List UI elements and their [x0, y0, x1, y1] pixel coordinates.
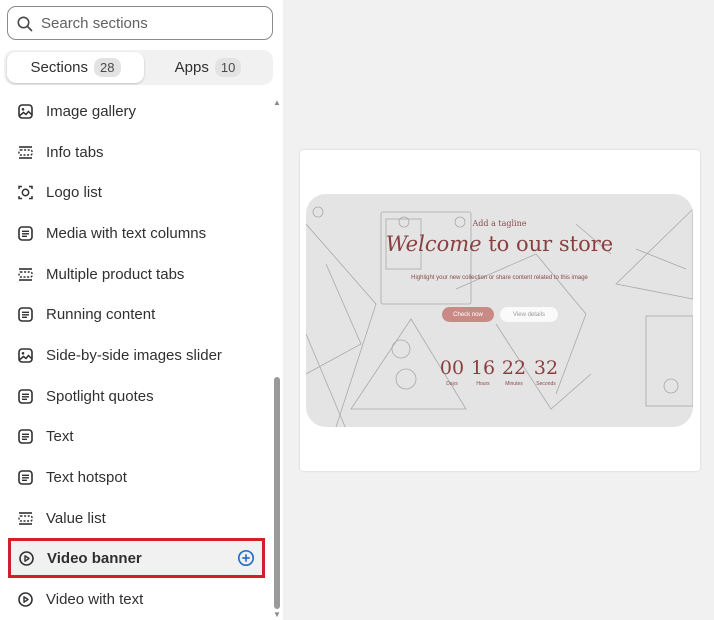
list-item[interactable]: Info tabs — [11, 132, 262, 172]
list-item-label: Video with text — [46, 590, 144, 608]
list-item-label: Value list — [46, 509, 106, 527]
tabs-icon — [17, 266, 34, 283]
search-icon — [16, 15, 34, 33]
play-icon — [17, 591, 34, 608]
tab-sections-label: Sections — [30, 59, 89, 76]
list-item-label: Text hotspot — [46, 468, 127, 486]
tab-apps-count: 10 — [214, 58, 242, 77]
list-item-selected[interactable]: Video banner — [8, 538, 265, 578]
list-item-label: Video banner — [47, 549, 142, 567]
scroll-down-arrow-icon[interactable]: ▼ — [273, 610, 281, 619]
list-item-label: Spotlight quotes — [46, 387, 154, 405]
list-item[interactable]: Side-by-side images slider — [11, 335, 262, 375]
text-block-icon — [17, 306, 34, 323]
list-item[interactable]: Text hotspot — [11, 457, 262, 497]
text-block-icon — [17, 469, 34, 486]
banner-secondary-button: View details — [500, 307, 558, 322]
banner-headline-italic: Welcome — [385, 232, 482, 256]
scrollbar-thumb[interactable] — [274, 377, 280, 609]
countdown-minutes-label: Minutes — [505, 381, 523, 387]
list-item-label: Running content — [46, 305, 156, 323]
image-icon — [17, 347, 34, 364]
section-tabs: Sections 28 Apps 10 — [4, 50, 273, 85]
countdown-hours: 16 Hours — [468, 357, 498, 387]
scroll-up-arrow-icon[interactable]: ▲ — [273, 98, 281, 107]
list-item[interactable]: Video with text — [11, 579, 262, 619]
banner-tagline: Add a tagline — [472, 219, 527, 228]
banner-headline-rest: to our store — [481, 232, 614, 256]
list-item-label: Info tabs — [46, 143, 104, 161]
list-item[interactable]: Spotlight quotes — [11, 376, 262, 416]
list-item[interactable]: Text — [11, 416, 262, 456]
countdown-timer: 00 Days 16 Hours 22 Minutes 32 Seconds — [437, 357, 561, 393]
search-input[interactable] — [41, 13, 266, 33]
countdown-days-value: 00 — [439, 357, 465, 379]
image-icon — [17, 103, 34, 120]
banner-primary-button: Check now — [442, 307, 494, 322]
list-item[interactable]: Logo list — [11, 172, 262, 212]
countdown-days-label: Days — [446, 381, 458, 387]
countdown-hours-label: Hours — [476, 381, 490, 387]
list-item-label: Text — [46, 427, 74, 445]
countdown-seconds: 32 Seconds — [531, 357, 561, 387]
text-block-icon — [17, 388, 34, 405]
tabs-icon — [17, 510, 34, 527]
text-block-icon — [17, 225, 34, 242]
banner-headline: Welcome to our store — [306, 232, 693, 256]
list-item[interactable]: Image gallery — [11, 91, 262, 131]
tab-apps[interactable]: Apps 10 — [146, 52, 270, 83]
list-item-label: Media with text columns — [46, 224, 207, 242]
tab-apps-label: Apps — [174, 59, 209, 76]
list-item[interactable]: Value list — [11, 498, 262, 538]
list-item-label: Multiple product tabs — [46, 265, 185, 283]
banner-subtext: Highlight your new collection or share c… — [411, 275, 588, 281]
sections-sidebar: Sections 28 Apps 10 Image gallery Info t… — [0, 0, 283, 620]
list-item-label: Side-by-side images slider — [46, 346, 222, 364]
tab-sections-count: 28 — [94, 58, 121, 77]
section-list: Image gallery Info tabs Logo list Media … — [0, 91, 270, 620]
countdown-minutes: 22 Minutes — [499, 357, 529, 387]
list-item-label: Image gallery — [46, 102, 137, 120]
play-icon — [18, 550, 35, 567]
logo-icon — [17, 184, 34, 201]
countdown-seconds-value: 32 — [533, 357, 559, 379]
list-item-label: Logo list — [46, 183, 102, 201]
tabs-icon — [17, 144, 34, 161]
list-item[interactable]: Running content — [11, 294, 262, 334]
add-section-icon[interactable] — [237, 549, 255, 567]
text-block-icon — [17, 428, 34, 445]
countdown-seconds-label: Seconds — [536, 381, 556, 387]
countdown-days: 00 Days — [437, 357, 467, 387]
video-banner-preview: Add a tagline Welcome to our store Highl… — [306, 194, 693, 427]
countdown-minutes-value: 22 — [501, 357, 527, 379]
list-item[interactable]: Media with text columns — [11, 213, 262, 253]
search-box[interactable] — [7, 6, 273, 40]
list-item[interactable]: Multiple product tabs — [11, 254, 262, 294]
countdown-hours-value: 16 — [470, 357, 496, 379]
tab-sections[interactable]: Sections 28 — [7, 52, 144, 83]
